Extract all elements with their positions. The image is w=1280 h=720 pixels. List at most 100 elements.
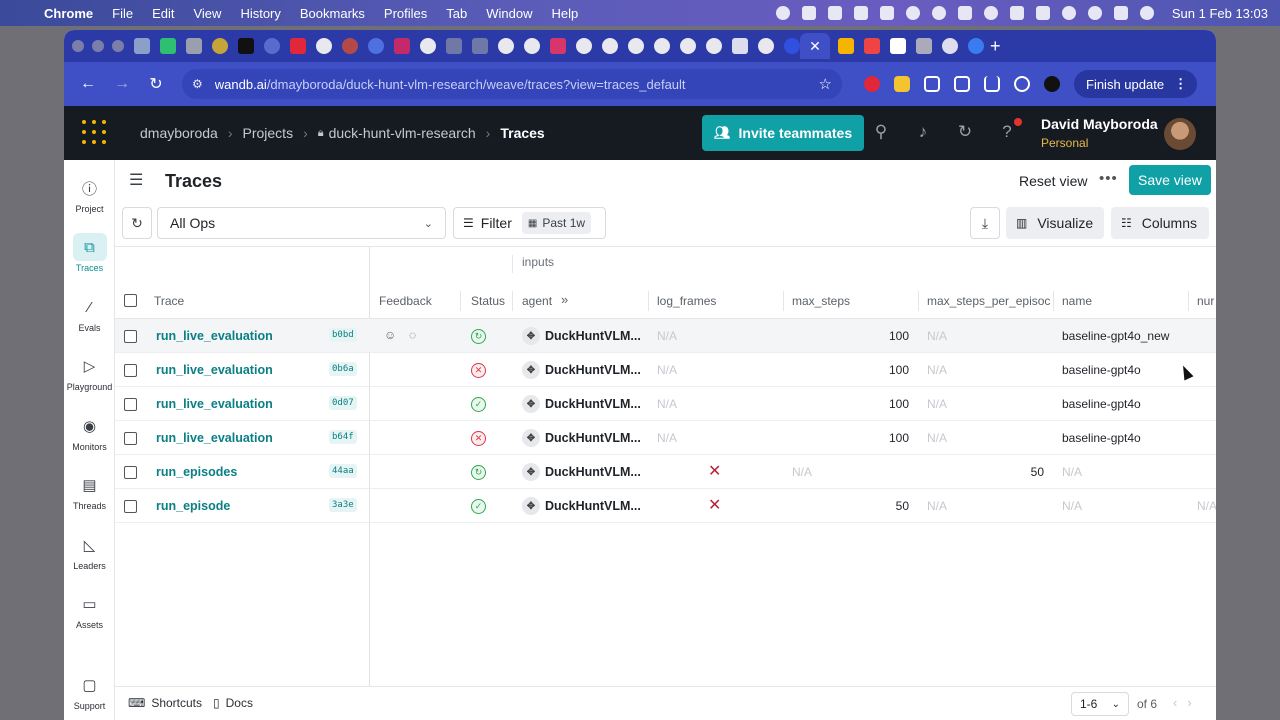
new-tab-plus-icon[interactable]: + [990,36,1001,57]
header-agent[interactable]: agent [522,294,552,308]
agent-cell[interactable]: ✥ DuckHuntVLM... [522,361,641,379]
trace-op-name[interactable]: run_live_evaluation [156,431,273,445]
agent-cell[interactable]: ✥ DuckHuntVLM... [522,497,641,515]
profile-avatar-icon[interactable] [1044,76,1060,92]
close-window-button[interactable] [72,40,84,52]
row-checkbox[interactable] [124,432,137,445]
next-page-icon[interactable]: › [1187,695,1201,710]
trace-op-name[interactable]: run_live_evaluation [156,329,273,343]
save-view-button[interactable]: Save view [1129,165,1211,195]
trace-id-badge[interactable]: b64f [329,430,357,444]
menu-app-name[interactable]: Chrome [44,6,93,21]
agent-cell[interactable]: ✥ DuckHuntVLM... [522,463,641,481]
trace-id-badge[interactable]: b0bd [329,328,357,342]
visualize-button[interactable]: ▥ Visualize [1006,207,1104,239]
prev-page-icon[interactable]: ‹ [1173,695,1187,710]
gmail-tab-icon[interactable] [864,38,880,54]
forward-arrow-icon[interactable]: → [110,75,134,93]
nav-threads[interactable]: ▤ Threads [64,471,115,511]
menu-bookmarks[interactable]: Bookmarks [300,6,365,21]
tray-play-icon[interactable] [983,6,998,20]
nav-evals[interactable]: ⁄ Evals [64,293,115,334]
tab-favicon-icon[interactable] [942,38,958,54]
header-max-steps[interactable]: max_steps [792,294,850,308]
header-feedback[interactable]: Feedback [379,294,432,308]
column-divider[interactable] [1053,291,1054,311]
filter-button[interactable]: ☰ Filter ▦ Past 1w [453,207,606,239]
trace-id-badge[interactable]: 0d07 [329,396,357,410]
agent-cell[interactable]: ✥ DuckHuntVLM... [522,395,641,413]
table-row[interactable]: run_live_evaluation 0d07 ✓ ✥ DuckHuntVLM.… [115,387,1216,421]
expand-columns-icon[interactable]: » [561,292,568,307]
tab-favicon-icon[interactable] [732,38,748,54]
table-row[interactable]: run_live_evaluation 0b6a ✕ ✥ DuckHuntVLM.… [115,353,1216,387]
github-icon[interactable] [498,38,514,54]
control-center-icon[interactable] [1113,6,1128,20]
extension-icon[interactable] [1014,76,1030,92]
tab-favicon-icon[interactable] [890,38,906,54]
extension-icon[interactable] [864,76,880,92]
more-options-icon[interactable]: ••• [1099,170,1118,187]
tray-grid-icon[interactable] [879,6,894,20]
invite-teammates-button[interactable]: 👥︎ Invite teammates [702,115,865,151]
wifi-icon[interactable] [1061,6,1076,20]
tray-calendar-icon[interactable] [853,6,868,20]
column-divider[interactable] [460,291,461,311]
row-checkbox[interactable] [124,330,137,343]
trace-id-badge[interactable]: 44aa [329,464,357,478]
breadcrumb-project[interactable]: duck-hunt-vlm-research [329,125,476,141]
menubar-clock[interactable]: Sun 1 Feb 13:03 [1172,6,1268,21]
row-checkbox[interactable] [124,364,137,377]
add-reaction-icon[interactable]: ☺ [384,328,396,342]
menu-edit[interactable]: Edit [152,6,174,21]
back-arrow-icon[interactable]: ← [76,75,100,93]
tab-favicon-icon[interactable] [368,38,384,54]
trace-op-name[interactable]: run_live_evaluation [156,363,273,377]
siri-icon[interactable] [1139,6,1154,20]
tab-favicon-icon[interactable] [446,38,462,54]
zoom-window-button[interactable] [112,40,124,52]
table-row[interactable]: run_episodes 44aa ↻ ✥ DuckHuntVLM... ✕ N/… [115,455,1216,489]
trace-op-name[interactable]: run_episode [156,499,230,513]
nav-playground[interactable]: ▷ Playground [64,352,115,392]
tab-favicon-icon[interactable] [394,38,410,54]
wandb-tab-icon[interactable] [838,38,854,54]
kebab-menu-icon[interactable]: ⋮ [1174,76,1187,92]
github-icon[interactable] [316,38,332,54]
github-icon[interactable] [628,38,644,54]
github-icon[interactable] [420,38,436,54]
reload-icon[interactable]: ↻ [144,74,168,94]
breadcrumb-entity[interactable]: dmayboroda [140,125,218,141]
docs-link[interactable]: ▯ Docs [213,696,253,710]
tab-favicon-icon[interactable] [916,38,932,54]
cast-icon[interactable] [954,76,970,92]
nav-monitors[interactable]: ◉ Monitors [64,412,115,452]
tab-favicon-icon[interactable] [264,38,280,54]
menu-icon[interactable]: ☰ [129,170,143,190]
menu-file[interactable]: File [112,6,133,21]
trace-id-badge[interactable]: 3a3e [329,498,357,512]
menu-profiles[interactable]: Profiles [384,6,427,21]
tab-favicon-icon[interactable] [134,38,150,54]
search-icon[interactable]: ⚲ [870,122,892,142]
spotlight-icon[interactable] [1087,6,1102,20]
tray-app-icon[interactable] [827,6,842,20]
menu-tab[interactable]: Tab [446,6,467,21]
refresh-icon[interactable]: ↻ [954,122,976,142]
bell-icon[interactable]: ♪ [912,122,934,142]
download-icon[interactable] [984,76,1000,92]
url-text[interactable]: wandb.ai/dmayboroda/duck-hunt-vlm-resear… [215,77,819,92]
menu-help[interactable]: Help [552,6,579,21]
github-icon[interactable] [602,38,618,54]
github-icon[interactable] [524,38,540,54]
tab-favicon-icon[interactable] [472,38,488,54]
header-max-steps-per-episode[interactable]: max_steps_per_episoc [927,294,1050,308]
header-status[interactable]: Status [471,294,505,308]
tab-favicon-icon[interactable] [160,38,176,54]
trace-op-name[interactable]: run_live_evaluation [156,397,273,411]
export-button[interactable]: ⤓ [970,207,1000,239]
column-divider[interactable] [648,291,649,311]
tray-app-icon[interactable] [957,6,972,20]
table-row[interactable]: run_live_evaluation b0bd ☺ ◌ ↻ ✥ DuckHunt… [115,319,1216,353]
tab-favicon-icon[interactable] [290,38,306,54]
